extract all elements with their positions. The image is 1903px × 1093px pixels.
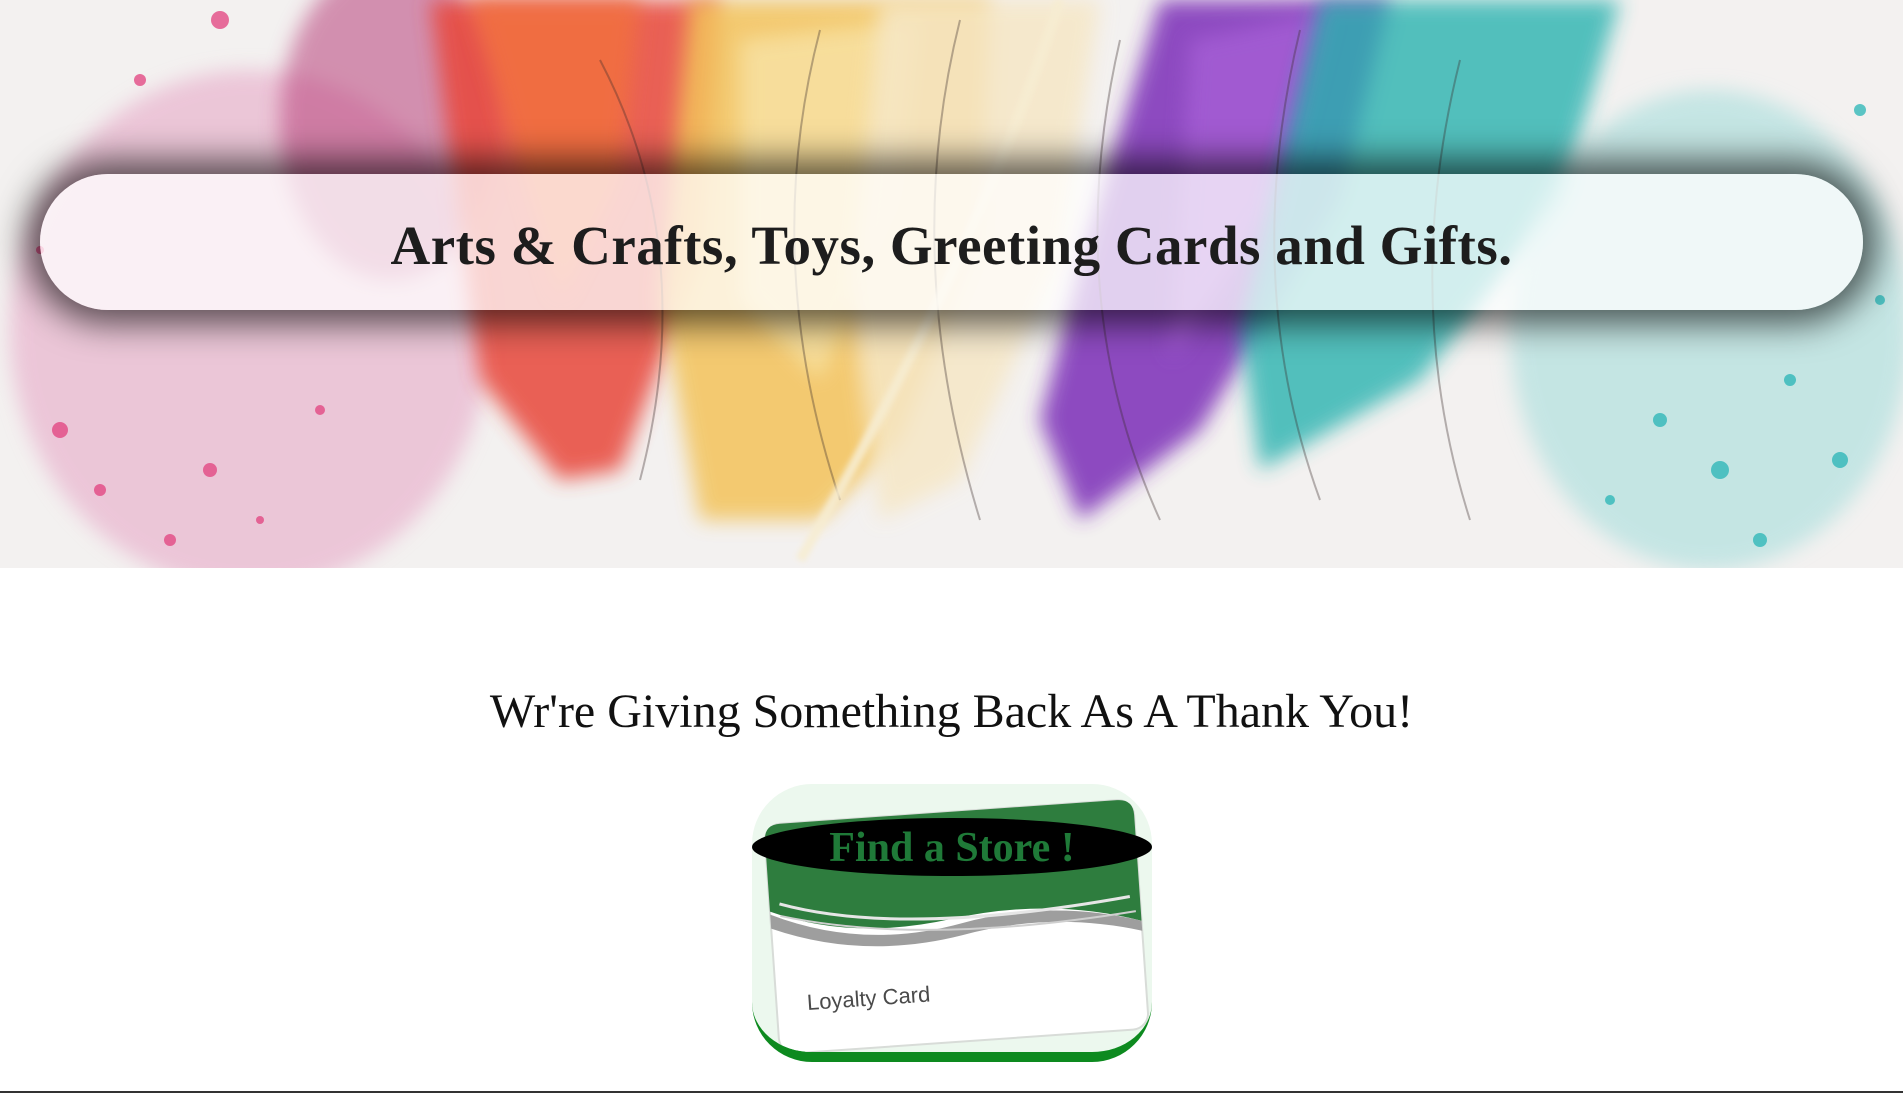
hero-tagline: Arts & Crafts, Toys, Greeting Cards and … xyxy=(390,214,1513,276)
find-store-button-label: Find a Store ! xyxy=(829,825,1075,871)
hero-banner: Arts & Crafts, Toys, Greeting Cards and … xyxy=(0,0,1903,568)
find-store-button[interactable]: Find a Store ! xyxy=(752,818,1152,876)
thank-you-heading: Wr're Giving Something Back As A Thank Y… xyxy=(489,685,1414,738)
tagline-banner: Arts & Crafts, Toys, Greeting Cards and … xyxy=(40,174,1863,310)
find-store-link[interactable]: Loyalty Card Find a Store ! xyxy=(752,784,1152,1062)
